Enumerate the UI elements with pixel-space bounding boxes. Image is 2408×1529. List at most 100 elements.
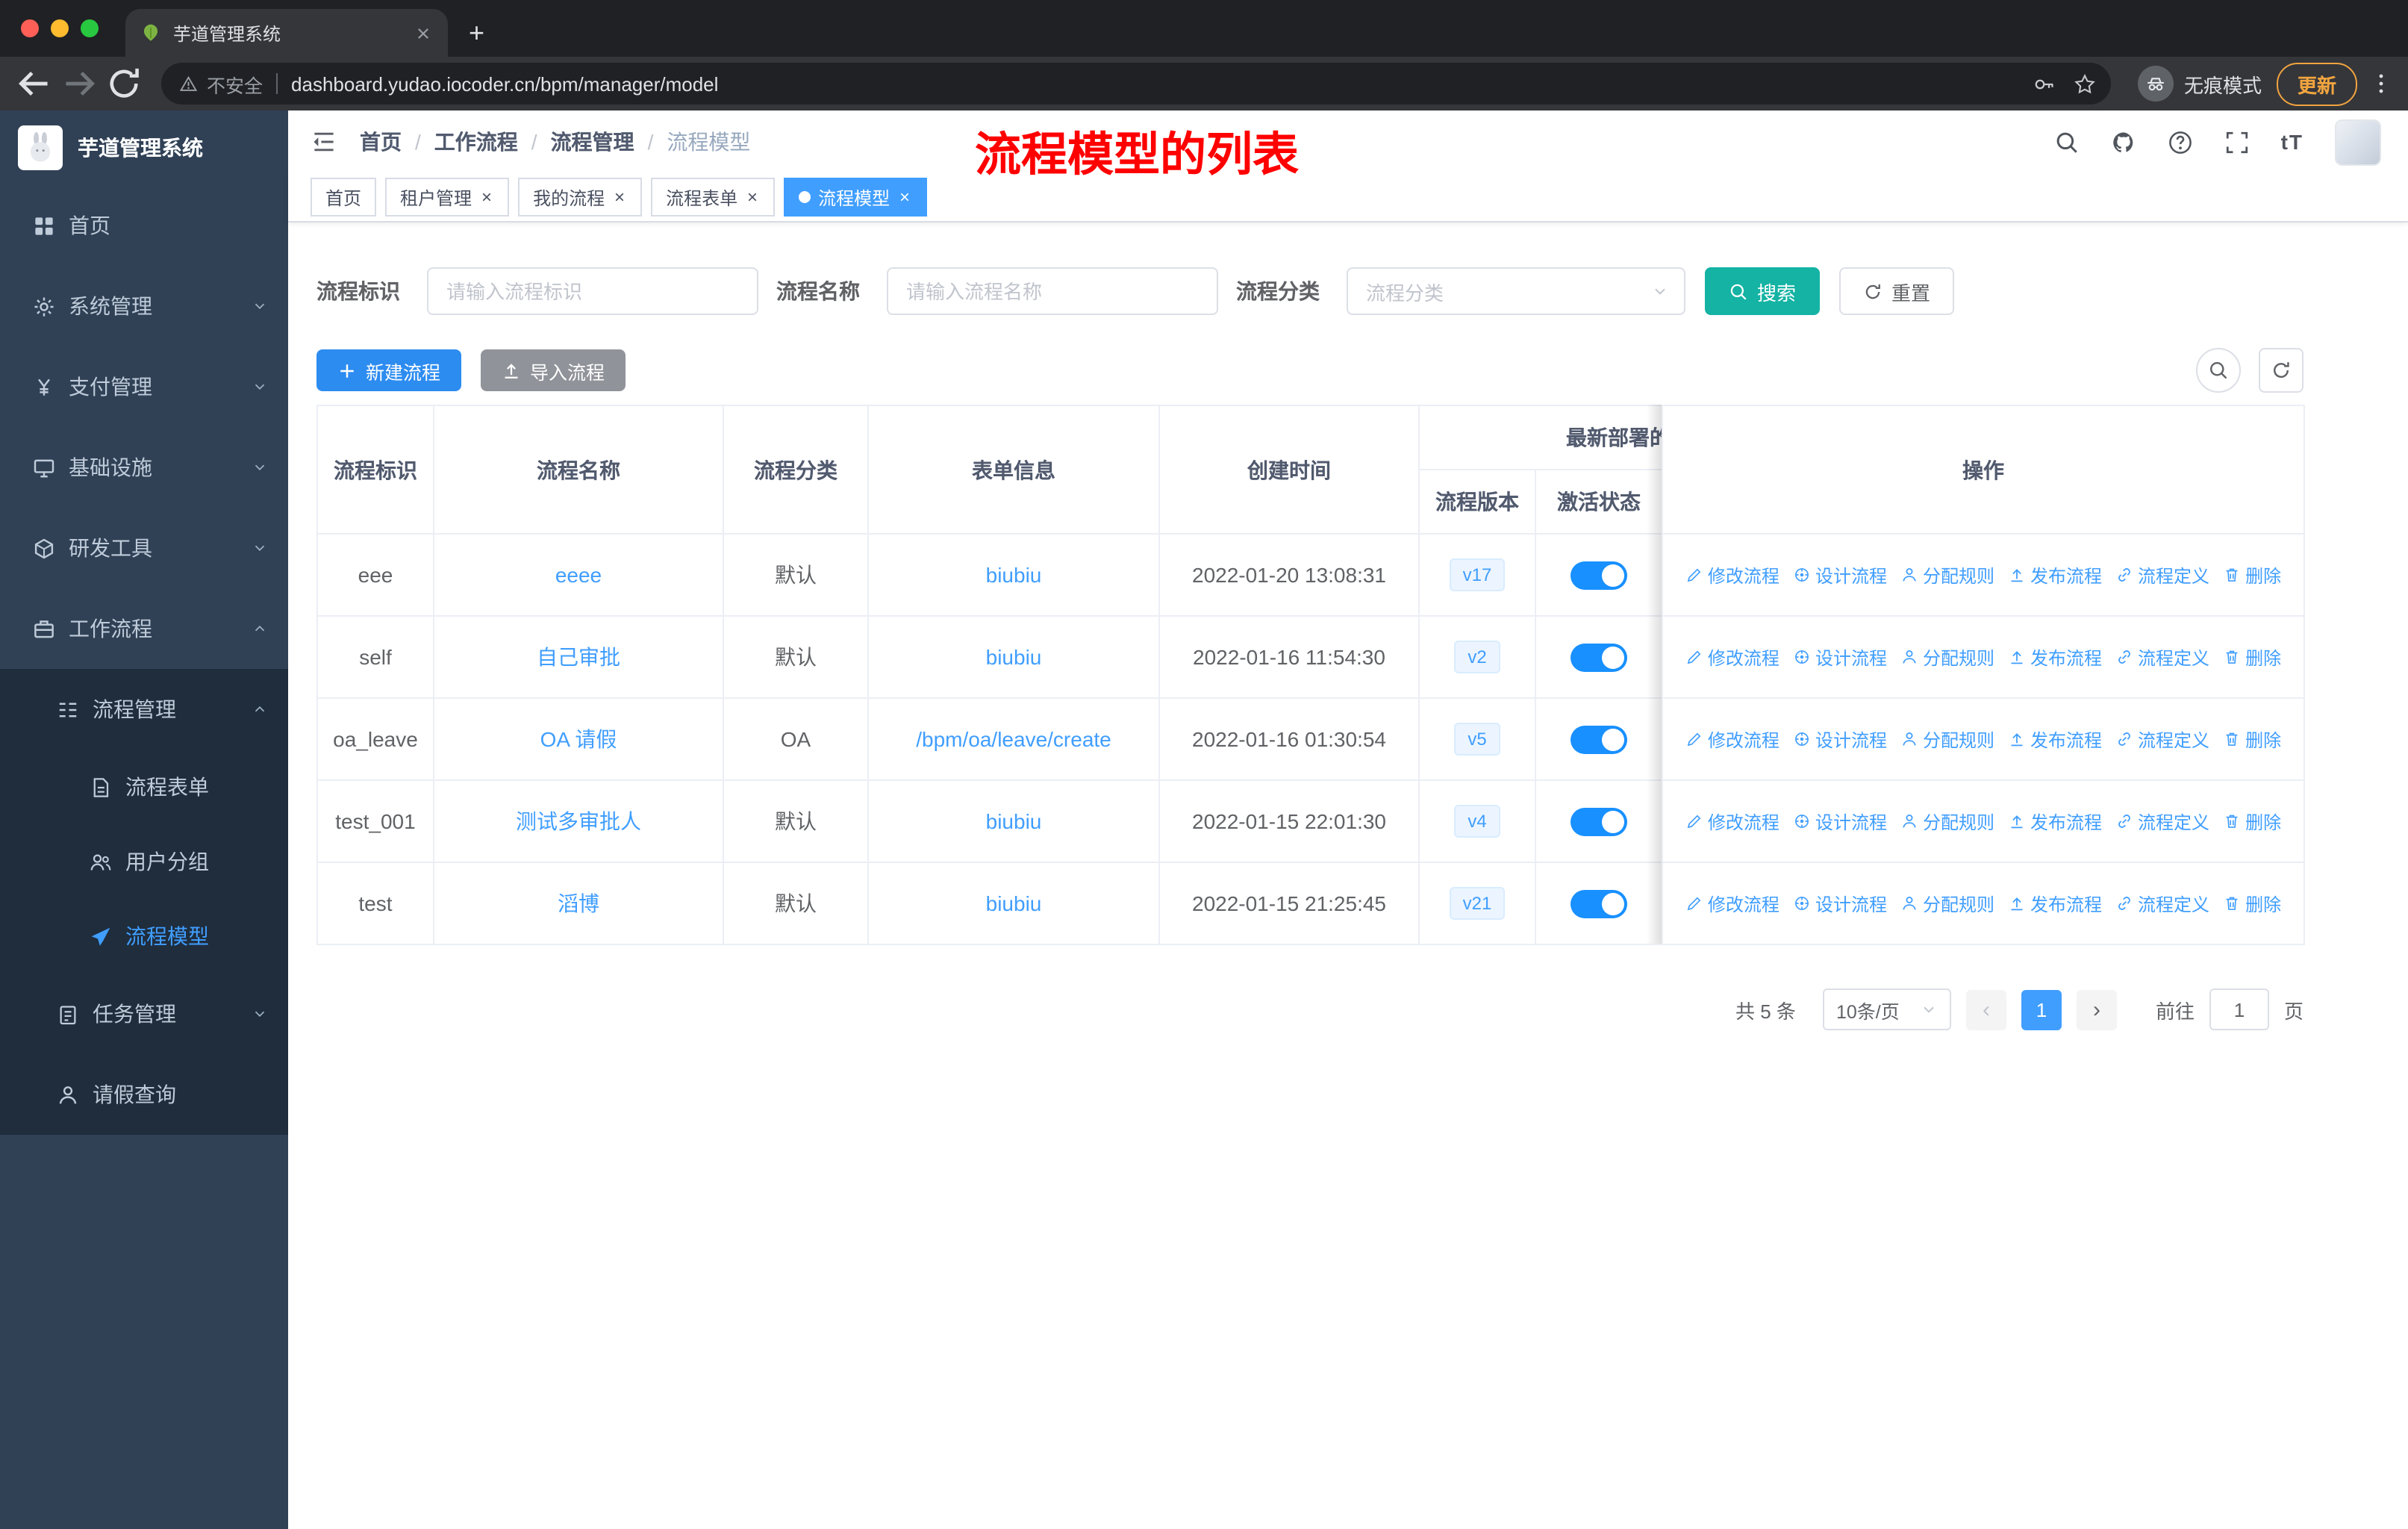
op-delete-link[interactable]: 删除 <box>2223 891 2281 916</box>
sidebar-item-leave-query[interactable]: 请假查询 <box>0 1054 288 1135</box>
avatar[interactable] <box>2335 119 2381 165</box>
op-definition-link[interactable]: 流程定义 <box>2115 562 2209 588</box>
refresh-table-button[interactable] <box>2259 348 2303 393</box>
op-edit-link[interactable]: 修改流程 <box>1685 891 1780 916</box>
op-publish-link[interactable]: 发布流程 <box>2008 726 2102 752</box>
op-definition-link[interactable]: 流程定义 <box>2115 644 2209 670</box>
op-publish-link[interactable]: 发布流程 <box>2008 644 2102 670</box>
tab-close-icon[interactable] <box>414 23 433 43</box>
op-design-link[interactable]: 设计流程 <box>1793 644 1887 670</box>
op-assign-link[interactable]: 分配规则 <box>1900 644 1994 670</box>
form-info-link[interactable]: biubiu <box>986 563 1042 587</box>
process-key-input[interactable] <box>427 267 758 315</box>
active-toggle[interactable] <box>1570 889 1627 918</box>
breadcrumb-item[interactable]: 流程管理 <box>551 127 634 157</box>
sidebar-item-workflow[interactable]: 工作流程 <box>0 588 288 669</box>
sidebar-item-devtools[interactable]: 研发工具 <box>0 508 288 588</box>
browser-tab[interactable]: 芋道管理系统 <box>125 9 448 57</box>
op-design-link[interactable]: 设计流程 <box>1793 562 1887 588</box>
op-design-link[interactable]: 设计流程 <box>1793 726 1887 752</box>
form-info-link[interactable]: /bpm/oa/leave/create <box>916 727 1111 751</box>
active-toggle[interactable] <box>1570 643 1627 671</box>
op-assign-link[interactable]: 分配规则 <box>1900 891 1994 916</box>
op-assign-link[interactable]: 分配规则 <box>1900 809 1994 834</box>
sidebar-item-payment-management[interactable]: 支付管理 <box>0 346 288 427</box>
sidebar-item-home[interactable]: 首页 <box>0 185 288 266</box>
tag-home[interactable]: 首页 <box>311 178 377 217</box>
op-edit-link[interactable]: 修改流程 <box>1685 562 1780 588</box>
password-key-icon[interactable] <box>2033 72 2056 95</box>
process-name-link[interactable]: 自己审批 <box>537 645 620 669</box>
op-delete-link[interactable]: 删除 <box>2223 644 2281 670</box>
next-page-button[interactable]: › <box>2076 989 2117 1030</box>
address-bar[interactable]: 不安全 dashboard.yudao.iocoder.cn/bpm/manag… <box>161 63 2111 105</box>
fullscreen-icon[interactable] <box>2224 129 2250 155</box>
op-definition-link[interactable]: 流程定义 <box>2115 891 2209 916</box>
tag-tenant-management[interactable]: 租户管理 <box>385 178 510 217</box>
form-info-link[interactable]: biubiu <box>986 809 1042 833</box>
active-toggle[interactable] <box>1570 561 1627 589</box>
import-process-button[interactable]: 导入流程 <box>481 349 626 391</box>
op-design-link[interactable]: 设计流程 <box>1793 809 1887 834</box>
reload-icon[interactable] <box>105 64 143 103</box>
op-edit-link[interactable]: 修改流程 <box>1685 644 1780 670</box>
process-name-input[interactable] <box>887 267 1218 315</box>
process-name-link[interactable]: 滔博 <box>558 891 599 915</box>
tag-process-form[interactable]: 流程表单 <box>651 178 776 217</box>
form-info-link[interactable]: biubiu <box>986 645 1042 669</box>
op-delete-link[interactable]: 删除 <box>2223 726 2281 752</box>
op-definition-link[interactable]: 流程定义 <box>2115 726 2209 752</box>
page-size-select[interactable]: 10条/页 <box>1822 988 1951 1030</box>
op-publish-link[interactable]: 发布流程 <box>2008 891 2102 916</box>
search-button[interactable]: 搜索 <box>1705 267 1821 315</box>
toggle-search-button[interactable] <box>2196 348 2241 393</box>
op-assign-link[interactable]: 分配规则 <box>1900 726 1994 752</box>
back-icon[interactable] <box>15 64 54 103</box>
form-info-link[interactable]: biubiu <box>986 891 1042 915</box>
breadcrumb-item[interactable]: 首页 <box>360 127 402 157</box>
sidebar-toggle-icon[interactable] <box>311 128 337 155</box>
bookmark-star-icon[interactable] <box>2074 72 2096 95</box>
page-1-button[interactable]: 1 <box>2021 989 2062 1030</box>
op-publish-link[interactable]: 发布流程 <box>2008 562 2102 588</box>
tag-my-process[interactable]: 我的流程 <box>518 178 643 217</box>
help-icon[interactable] <box>2168 129 2193 155</box>
sidebar-item-process-form[interactable]: 流程表单 <box>0 750 288 824</box>
breadcrumb-item[interactable]: 工作流程 <box>434 127 518 157</box>
op-publish-link[interactable]: 发布流程 <box>2008 809 2102 834</box>
active-toggle[interactable] <box>1570 807 1627 835</box>
sidebar-item-process-model[interactable]: 流程模型 <box>0 899 288 974</box>
sidebar-item-infrastructure[interactable]: 基础设施 <box>0 427 288 508</box>
category-select[interactable]: 流程分类 <box>1347 267 1685 315</box>
active-toggle[interactable] <box>1570 725 1627 753</box>
sidebar-item-system-management[interactable]: 系统管理 <box>0 266 288 346</box>
breadcrumb-item[interactable]: 流程模型 <box>667 127 750 157</box>
tag-process-model[interactable]: 流程模型 <box>784 178 928 217</box>
font-size-icon[interactable]: tT <box>2281 130 2303 154</box>
op-delete-link[interactable]: 删除 <box>2223 809 2281 834</box>
process-name-link[interactable]: 测试多审批人 <box>516 809 641 833</box>
process-name-link[interactable]: OA 请假 <box>540 727 617 751</box>
op-edit-link[interactable]: 修改流程 <box>1685 809 1780 834</box>
page-jump-input[interactable] <box>2209 988 2269 1030</box>
sidebar-item-user-group[interactable]: 用户分组 <box>0 824 288 899</box>
browser-menu-icon[interactable] <box>2369 72 2393 96</box>
sidebar-item-process-management[interactable]: 流程管理 <box>0 669 288 750</box>
forward-icon[interactable] <box>60 64 99 103</box>
op-delete-link[interactable]: 删除 <box>2223 562 2281 588</box>
prev-page-button[interactable]: ‹ <box>1965 989 2006 1030</box>
sidebar-item-task-management[interactable]: 任务管理 <box>0 974 288 1054</box>
logo[interactable]: 芋道管理系统 <box>0 110 288 185</box>
new-tab-button[interactable]: + <box>469 19 484 46</box>
process-name-link[interactable]: eeee <box>555 563 602 587</box>
op-design-link[interactable]: 设计流程 <box>1793 891 1887 916</box>
create-process-button[interactable]: 新建流程 <box>316 349 462 391</box>
close-window-button[interactable] <box>21 19 39 37</box>
github-icon[interactable] <box>2111 129 2136 155</box>
op-edit-link[interactable]: 修改流程 <box>1685 726 1780 752</box>
zoom-window-button[interactable] <box>81 19 99 37</box>
op-definition-link[interactable]: 流程定义 <box>2115 809 2209 834</box>
minimize-window-button[interactable] <box>51 19 69 37</box>
header-search-icon[interactable] <box>2054 129 2080 155</box>
browser-update-button[interactable]: 更新 <box>2276 62 2357 105</box>
